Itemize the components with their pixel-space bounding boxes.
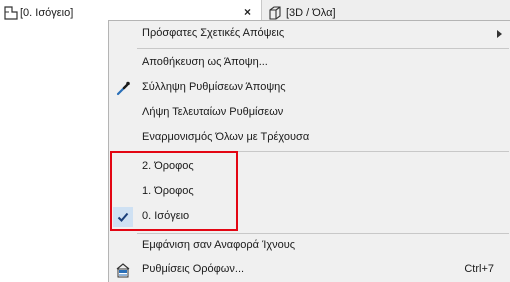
menu-item-label: Ρυθμίσεις Ορόφων... — [142, 263, 245, 275]
menu-item-label: 2. Όροφος — [142, 160, 194, 172]
menu-item-story-1[interactable]: 1. Όροφος — [109, 180, 510, 204]
menu-item-label: Πρόσφατες Σχετικές Απόψεις — [142, 27, 285, 39]
floor-plan-icon — [4, 6, 18, 20]
menu-item-label: Εμφάνιση σαν Αναφορά Ίχνους — [142, 239, 296, 251]
menu-separator — [137, 48, 509, 49]
checkmark-icon — [117, 212, 129, 222]
menu-item-story-0[interactable]: 0. Ισόγειο — [109, 205, 510, 229]
menu-item-show-as-trace[interactable]: Εμφάνιση σαν Αναφορά Ίχνους — [109, 234, 510, 258]
shortcut-label: Ctrl+7 — [464, 263, 494, 275]
menu-item-sync-all[interactable]: Εναρμονισμός Όλων με Τρέχουσα — [109, 126, 510, 150]
menu-item-recent-views[interactable]: Πρόσφατες Σχετικές Απόψεις — [109, 22, 510, 46]
submenu-arrow-icon — [497, 30, 502, 38]
tab-floor-plan-label: [0. Ισόγειο] — [20, 7, 74, 19]
menu-item-save-as-view[interactable]: Αποθήκευση ως Άποψη... — [109, 51, 510, 75]
menu-item-get-latest-settings[interactable]: Λήψη Τελευταίων Ρυθμίσεων — [109, 101, 510, 125]
context-menu: Πρόσφατες Σχετικές Απόψεις Αποθήκευση ως… — [108, 20, 510, 282]
close-icon[interactable]: × — [244, 5, 251, 19]
tab-3d-view-label: [3D / Όλα] — [286, 7, 336, 19]
eyedropper-icon — [116, 81, 130, 96]
menu-item-label: Εναρμονισμός Όλων με Τρέχουσα — [142, 131, 310, 143]
menu-item-label: 0. Ισόγειο — [142, 210, 190, 222]
menu-item-label: Λήψη Τελευταίων Ρυθμίσεων — [142, 106, 284, 118]
story-settings-icon — [116, 263, 130, 278]
menu-item-label: Σύλληψη Ρυθμίσεων Άποψης — [142, 81, 286, 93]
menu-item-capture-view-settings[interactable]: Σύλληψη Ρυθμίσεων Άποψης — [109, 76, 510, 100]
menu-item-story-settings[interactable]: Ρυθμίσεις Ορόφων... Ctrl+7 — [109, 258, 510, 282]
cube-icon — [269, 6, 281, 20]
menu-item-label: 1. Όροφος — [142, 185, 194, 197]
menu-item-story-2[interactable]: 2. Όροφος — [109, 155, 510, 179]
menu-separator — [137, 151, 509, 152]
menu-item-label: Αποθήκευση ως Άποψη... — [142, 56, 268, 68]
